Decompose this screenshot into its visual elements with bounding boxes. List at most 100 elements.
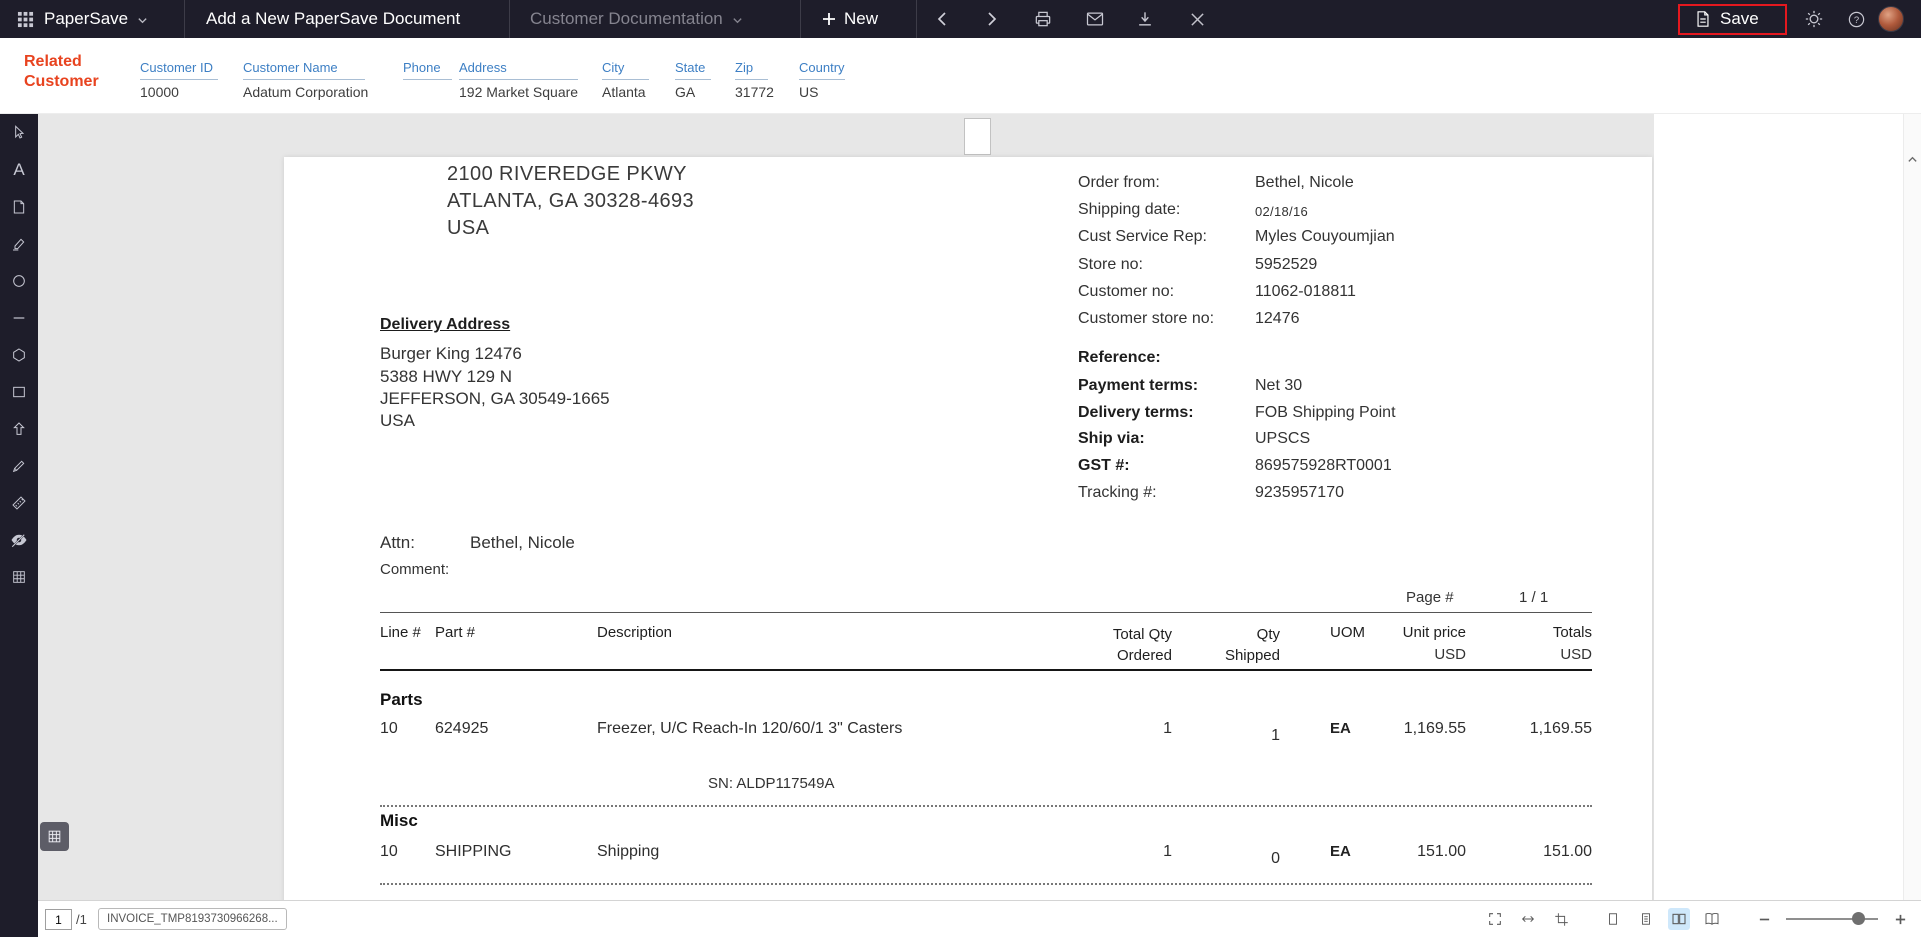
tool-note-button[interactable] <box>0 188 38 225</box>
tool-select-button[interactable] <box>0 114 38 151</box>
help-icon: ? <box>1847 10 1866 29</box>
cell-description: Shipping <box>597 843 659 861</box>
continuous-view-button[interactable] <box>1635 908 1657 930</box>
filename-chip[interactable]: INVOICE_TMP8193730966268... <box>98 908 287 930</box>
tool-ruler-button[interactable] <box>0 484 38 521</box>
viewer-side-panel <box>1654 114 1903 900</box>
comment-label: Comment: <box>380 561 449 578</box>
terms-label: Payment terms: <box>1078 377 1198 395</box>
fit-width-button[interactable] <box>1517 908 1539 930</box>
settings-button[interactable] <box>1798 0 1830 38</box>
download-button[interactable] <box>1128 0 1162 38</box>
serial-number-note: SN: ALDP117549A <box>708 775 834 792</box>
chevron-right-icon <box>983 11 999 27</box>
table-rule <box>380 612 1592 613</box>
sender-line: 2100 RIVEREDGE PKWY <box>447 163 687 186</box>
order-info-value: 5952529 <box>1255 256 1317 274</box>
print-button[interactable] <box>1026 0 1060 38</box>
col-header-line: Line # <box>380 624 421 641</box>
zoom-slider-knob[interactable] <box>1852 912 1865 925</box>
close-button[interactable] <box>1180 0 1214 38</box>
nav-forward-button[interactable] <box>976 0 1006 38</box>
order-info-label: Shipping date: <box>1078 201 1180 219</box>
related-title-line1: Related <box>24 52 99 72</box>
currency-label: USD <box>1340 646 1466 663</box>
brand-menu[interactable]: PaperSave <box>44 0 148 38</box>
tool-stamp-button[interactable] <box>0 410 38 447</box>
topbar-divider <box>800 0 801 38</box>
cell-description: Freezer, U/C Reach-In 120/60/1 3" Caster… <box>597 720 902 738</box>
tool-table-button[interactable] <box>0 558 38 595</box>
attn-label: Attn: <box>380 533 415 553</box>
tool-hide-annotations-button[interactable] <box>0 521 38 558</box>
cell-unit-price: 1,169.55 <box>1340 720 1466 738</box>
cell-part: SHIPPING <box>435 843 511 861</box>
col-header-qty-shipped: Qty Shipped <box>1152 624 1280 666</box>
avatar <box>1878 6 1904 32</box>
apps-grid-icon <box>17 11 34 28</box>
help-button[interactable]: ? <box>1840 0 1872 38</box>
download-icon <box>1135 9 1155 29</box>
topbar: PaperSave Add a New PaperSave Document C… <box>0 0 1921 38</box>
rectangle-icon <box>11 384 27 400</box>
save-label: Save <box>1720 9 1759 29</box>
line-icon <box>11 310 27 326</box>
field-zip: Zip 31772 <box>735 60 774 100</box>
email-button[interactable] <box>1078 0 1112 38</box>
close-icon <box>1190 12 1205 27</box>
add-document-menu[interactable]: Add a New PaperSave Document <box>206 0 460 38</box>
save-button[interactable]: Save <box>1694 0 1759 38</box>
zoom-slider[interactable] <box>1786 908 1878 930</box>
tool-rectangle-button[interactable] <box>0 373 38 410</box>
tool-highlighter-button[interactable] <box>0 225 38 262</box>
table-rule-dotted <box>380 883 1592 885</box>
book-view-button[interactable] <box>1701 908 1723 930</box>
scroll-up-button[interactable] <box>1904 150 1921 168</box>
fullscreen-icon <box>1487 911 1503 927</box>
order-info-value: 02/18/16 <box>1255 204 1308 219</box>
single-page-view-button[interactable] <box>1602 908 1624 930</box>
crop-icon <box>1554 912 1569 927</box>
terms-label: GST #: <box>1078 457 1130 475</box>
field-label: Phone <box>403 60 452 80</box>
zoom-in-button[interactable] <box>1889 908 1911 930</box>
tool-pen-button[interactable] <box>0 447 38 484</box>
tool-text-button[interactable]: A <box>0 151 38 188</box>
minus-icon <box>1758 913 1771 926</box>
order-info-value: Bethel, Nicole <box>1255 174 1354 192</box>
terms-value: Net 30 <box>1255 377 1302 395</box>
field-phone: Phone <box>403 60 452 100</box>
field-label: Customer ID <box>140 60 218 80</box>
tool-ellipse-button[interactable] <box>0 262 38 299</box>
tool-polygon-button[interactable] <box>0 336 38 373</box>
nav-back-button[interactable] <box>928 0 958 38</box>
vertical-scrollbar[interactable] <box>1903 114 1921 900</box>
terms-value: 9235957170 <box>1255 484 1344 502</box>
field-label: City <box>602 60 649 80</box>
apps-launcher-button[interactable] <box>10 0 40 38</box>
cell-total: 151.00 <box>1466 843 1592 861</box>
book-view-icon <box>1704 911 1720 927</box>
field-value: GA <box>675 84 711 100</box>
field-value: Atlanta <box>602 84 649 100</box>
zoom-out-button[interactable] <box>1753 908 1775 930</box>
attn-value: Bethel, Nicole <box>470 533 575 553</box>
doc-type-label: Customer Documentation <box>530 9 723 29</box>
snip-button[interactable] <box>1550 908 1572 930</box>
fullscreen-button[interactable] <box>1484 908 1506 930</box>
page-number-input[interactable] <box>45 909 72 930</box>
save-icon <box>1694 10 1712 28</box>
cell-qty-shipped: 1 <box>1152 727 1280 745</box>
order-info-value: Myles Couyoumjian <box>1255 228 1395 246</box>
currency-label: USD <box>1466 646 1592 663</box>
field-customer-name: Customer Name Adatum Corporation <box>243 60 368 100</box>
two-page-view-button[interactable] <box>1668 908 1690 930</box>
page-total-label: /1 <box>76 912 87 927</box>
printer-icon <box>1033 9 1053 29</box>
new-button[interactable]: New <box>822 0 878 38</box>
thumbnails-toggle-button[interactable] <box>40 822 69 851</box>
tool-line-button[interactable] <box>0 299 38 336</box>
user-avatar[interactable] <box>1878 0 1904 38</box>
annotation-toolbar: A <box>0 114 38 937</box>
doc-type-dropdown[interactable]: Customer Documentation <box>530 0 743 38</box>
